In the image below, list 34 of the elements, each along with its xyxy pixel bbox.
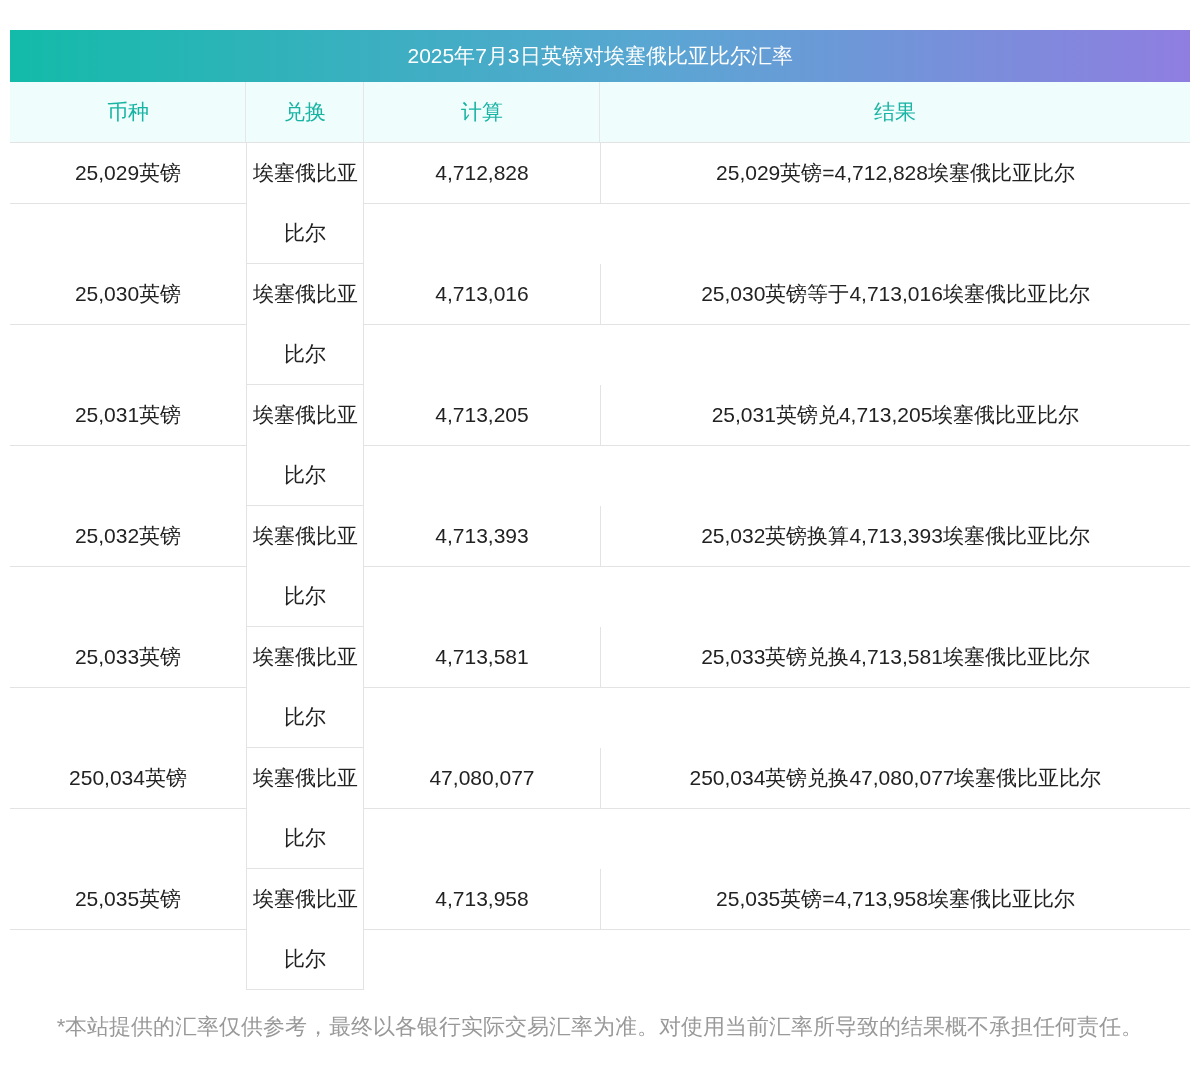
column-header: 兑换	[246, 82, 364, 142]
table-cell: 25,035英镑	[10, 869, 246, 930]
table-cell: 250,034英镑兑换47,080,077埃塞俄比亚比尔	[600, 748, 1190, 809]
table-cell: 25,029英镑	[10, 143, 246, 204]
table-cell: 25,032英镑	[10, 506, 246, 567]
table-title: 2025年7月3日英镑对埃塞俄比亚比尔汇率	[10, 30, 1190, 82]
table-cell: 25,030英镑等于4,713,016埃塞俄比亚比尔	[600, 264, 1190, 325]
table-cell: 埃塞俄比亚比尔	[246, 143, 364, 264]
table-cell: 埃塞俄比亚比尔	[246, 264, 364, 385]
table-cell: 25,035英镑=4,713,958埃塞俄比亚比尔	[600, 869, 1190, 930]
table-cell: 4,713,393	[364, 506, 600, 567]
table-cell: 25,032英镑换算4,713,393埃塞俄比亚比尔	[600, 506, 1190, 567]
table-cell: 25,031英镑兑4,713,205埃塞俄比亚比尔	[600, 385, 1190, 446]
table-cell: 埃塞俄比亚比尔	[246, 627, 364, 748]
column-header: 币种	[10, 82, 246, 142]
table-cell: 埃塞俄比亚比尔	[246, 385, 364, 506]
column-header: 结果	[873, 99, 917, 125]
table-cell: 埃塞俄比亚比尔	[246, 506, 364, 627]
table-cell: 25,029英镑=4,712,828埃塞俄比亚比尔	[600, 143, 1190, 204]
table-cell: 4,713,205	[364, 385, 600, 446]
table-cell: 埃塞俄比亚比尔	[246, 748, 364, 869]
table-cell: 25,030英镑	[10, 264, 246, 325]
disclaimer-text: *本站提供的汇率仅供参考，最终以各银行实际交易汇率为准。对使用当前汇率所导致的结果概不承担任何责任。	[55, 1013, 1145, 1041]
table-cell: 25,031英镑	[10, 385, 246, 446]
table-cell: 4,713,016	[364, 264, 600, 325]
table-cell: 25,033英镑兑换4,713,581埃塞俄比亚比尔	[600, 627, 1190, 688]
column-header: 计算	[364, 82, 600, 142]
table-cell: 47,080,077	[364, 748, 600, 809]
table-cell: 4,712,828	[364, 143, 600, 204]
table-cell: 4,713,581	[364, 627, 600, 688]
table-cell: 25,033英镑	[10, 627, 246, 688]
table-cell: 埃塞俄比亚比尔	[246, 869, 364, 990]
table-cell: 4,713,958	[364, 869, 600, 930]
table-cell: 250,034英镑	[10, 748, 246, 809]
